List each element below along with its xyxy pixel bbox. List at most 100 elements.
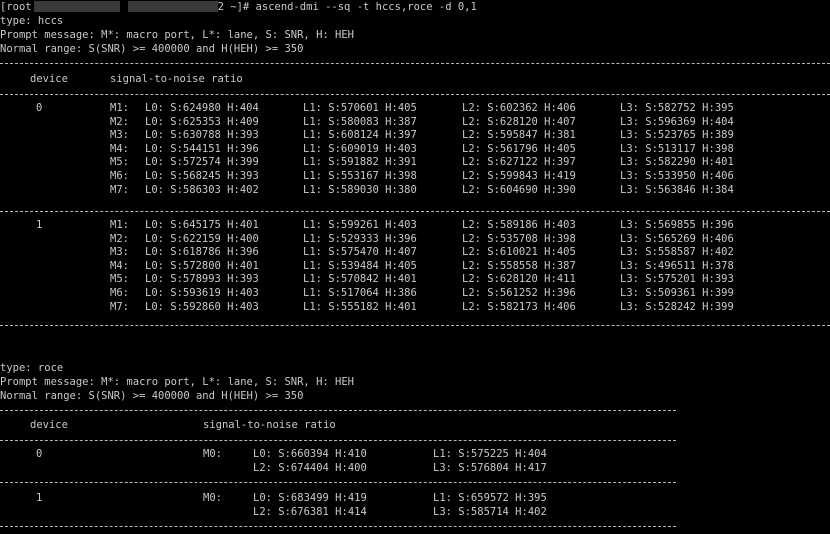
- lane-snr-value: L3: S:582290 H:401: [620, 156, 734, 168]
- lane-snr-value: L1: S:589030 H:380: [303, 184, 417, 196]
- lane-snr-value: L3: S:496511 H:378: [620, 260, 734, 272]
- command-prompt-line: [root 2 ~]# ascend-dmi --sq -t hccs,roce …: [0, 0, 477, 14]
- section-type-line: type: roce: [0, 362, 64, 374]
- lane-snr-value: L0: S:622159 H:400: [145, 233, 259, 245]
- lane-snr-value: L0: S:544151 H:396: [145, 143, 259, 155]
- lane-snr-value: L3: S:533950 H:406: [620, 170, 734, 182]
- lane-snr-value: L2: S:599843 H:419: [462, 170, 576, 182]
- macro-port-label: M1:: [110, 102, 129, 114]
- separator-line: [0, 526, 676, 527]
- command-text: ascend-dmi --sq -t hccs,roce -d 0,1: [255, 1, 477, 13]
- macro-port-label: M2:: [110, 116, 129, 128]
- macro-port-label: M3:: [110, 246, 129, 258]
- lane-snr-value: L0: S:586303 H:402: [145, 184, 259, 196]
- macro-port-label: M1:: [110, 219, 129, 231]
- lane-snr-value: L1: S:570601 H:405: [303, 102, 417, 114]
- lane-snr-value: L2: S:676381 H:414: [253, 506, 367, 518]
- lane-snr-value: L3: S:523765 H:389: [620, 129, 734, 141]
- lane-snr-value: L3: S:513117 H:398: [620, 143, 734, 155]
- lane-snr-value: L1: S:575470 H:407: [303, 246, 417, 258]
- macro-port-label: M2:: [110, 233, 129, 245]
- lane-snr-value: L3: S:575201 H:393: [620, 273, 734, 285]
- normal-range-line: Normal range: S(SNR) >= 400000 and H(HEH…: [0, 43, 304, 55]
- lane-snr-value: L3: S:558587 H:402: [620, 246, 734, 258]
- lane-snr-value: L0: S:645175 H:401: [145, 219, 259, 231]
- redacted-hostname: [33, 0, 120, 12]
- lane-snr-value: L2: S:535708 H:398: [462, 233, 576, 245]
- macro-port-label: M7:: [110, 184, 129, 196]
- lane-snr-value: L1: S:591882 H:391: [303, 156, 417, 168]
- lane-snr-value: L2: S:589186 H:403: [462, 219, 576, 231]
- lane-snr-value: L3: S:509361 H:399: [620, 287, 734, 299]
- lane-snr-value: L2: S:627122 H:397: [462, 156, 576, 168]
- lane-snr-value: L0: S:683499 H:419: [253, 492, 367, 504]
- lane-snr-value: L3: S:576804 H:417: [433, 462, 547, 474]
- macro-port-label: M5:: [110, 156, 129, 168]
- lane-snr-value: L0: S:572800 H:401: [145, 260, 259, 272]
- lane-snr-value: L3: S:565269 H:406: [620, 233, 734, 245]
- separator-line: [0, 211, 830, 212]
- macro-port-label: M4:: [110, 260, 129, 272]
- column-header-snr: signal-to-noise ratio: [110, 73, 243, 85]
- device-id: 0: [36, 448, 43, 460]
- lane-snr-value: L2: S:610021 H:405: [462, 246, 576, 258]
- lane-snr-value: L1: S:580083 H:387: [303, 116, 417, 128]
- separator-line: [0, 63, 830, 64]
- device-id: 0: [36, 102, 43, 114]
- macro-port-label: M0:: [203, 448, 222, 460]
- device-id: 1: [36, 492, 43, 504]
- lane-snr-value: L1: S:659572 H:395: [433, 492, 547, 504]
- macro-port-label: M7:: [110, 301, 129, 313]
- macro-port-label: M4:: [110, 143, 129, 155]
- lane-snr-value: L3: S:596369 H:404: [620, 116, 734, 128]
- macro-port-label: M5:: [110, 273, 129, 285]
- lane-snr-value: L1: S:529333 H:396: [303, 233, 417, 245]
- redacted-hostname-2: [127, 0, 218, 12]
- macro-port-label: M6:: [110, 287, 129, 299]
- prompt-message-line: Prompt message: M*: macro port, L*: lane…: [0, 376, 355, 388]
- normal-range-line: Normal range: S(SNR) >= 400000 and H(HEH…: [0, 390, 304, 402]
- terminal-window[interactable]: [root 2 ~]# ascend-dmi --sq -t hccs,roce …: [0, 0, 830, 534]
- lane-snr-value: L1: S:608124 H:397: [303, 129, 417, 141]
- lane-snr-value: L2: S:628120 H:411: [462, 273, 576, 285]
- lane-snr-value: L3: S:563846 H:384: [620, 184, 734, 196]
- separator-line: [0, 482, 676, 483]
- lane-snr-value: L2: S:558558 H:387: [462, 260, 576, 272]
- lane-snr-value: L0: S:618786 H:396: [145, 246, 259, 258]
- lane-snr-value: L1: S:609019 H:403: [303, 143, 417, 155]
- separator-line: [0, 440, 676, 441]
- lane-snr-value: L1: S:599261 H:403: [303, 219, 417, 231]
- separator-line: [0, 410, 676, 411]
- lane-snr-value: L2: S:595847 H:381: [462, 129, 576, 141]
- lane-snr-value: L2: S:582173 H:406: [462, 301, 576, 313]
- lane-snr-value: L1: S:570842 H:401: [303, 273, 417, 285]
- device-id: 1: [36, 219, 43, 231]
- macro-port-label: M0:: [203, 492, 222, 504]
- lane-snr-value: L0: S:572574 H:399: [145, 156, 259, 168]
- column-header-snr: signal-to-noise ratio: [203, 419, 336, 431]
- prompt-host-tail: 2 ~]#: [217, 1, 250, 13]
- lane-snr-value: L2: S:674404 H:400: [253, 462, 367, 474]
- lane-snr-value: L3: S:585714 H:402: [433, 506, 547, 518]
- prompt-user: [root: [0, 1, 32, 13]
- lane-snr-value: L2: S:604690 H:390: [462, 184, 576, 196]
- lane-snr-value: L0: S:578993 H:393: [145, 273, 259, 285]
- lane-snr-value: L1: S:553167 H:398: [303, 170, 417, 182]
- lane-snr-value: L1: S:555182 H:401: [303, 301, 417, 313]
- lane-snr-value: L0: S:593619 H:403: [145, 287, 259, 299]
- macro-port-label: M6:: [110, 170, 129, 182]
- column-header-device: device: [30, 419, 68, 431]
- macro-port-label: M3:: [110, 129, 129, 141]
- lane-snr-value: L2: S:602362 H:406: [462, 102, 576, 114]
- lane-snr-value: L2: S:561252 H:396: [462, 287, 576, 299]
- lane-snr-value: L2: S:561796 H:405: [462, 143, 576, 155]
- section-type-line: type: hccs: [0, 15, 64, 27]
- lane-snr-value: L0: S:568245 H:393: [145, 170, 259, 182]
- lane-snr-value: L1: S:539484 H:405: [303, 260, 417, 272]
- lane-snr-value: L0: S:660394 H:410: [253, 448, 367, 460]
- lane-snr-value: L0: S:630788 H:393: [145, 129, 259, 141]
- lane-snr-value: L3: S:569855 H:396: [620, 219, 734, 231]
- separator-line: [0, 94, 830, 95]
- lane-snr-value: L3: S:582752 H:395: [620, 102, 734, 114]
- lane-snr-value: L0: S:592860 H:403: [145, 301, 259, 313]
